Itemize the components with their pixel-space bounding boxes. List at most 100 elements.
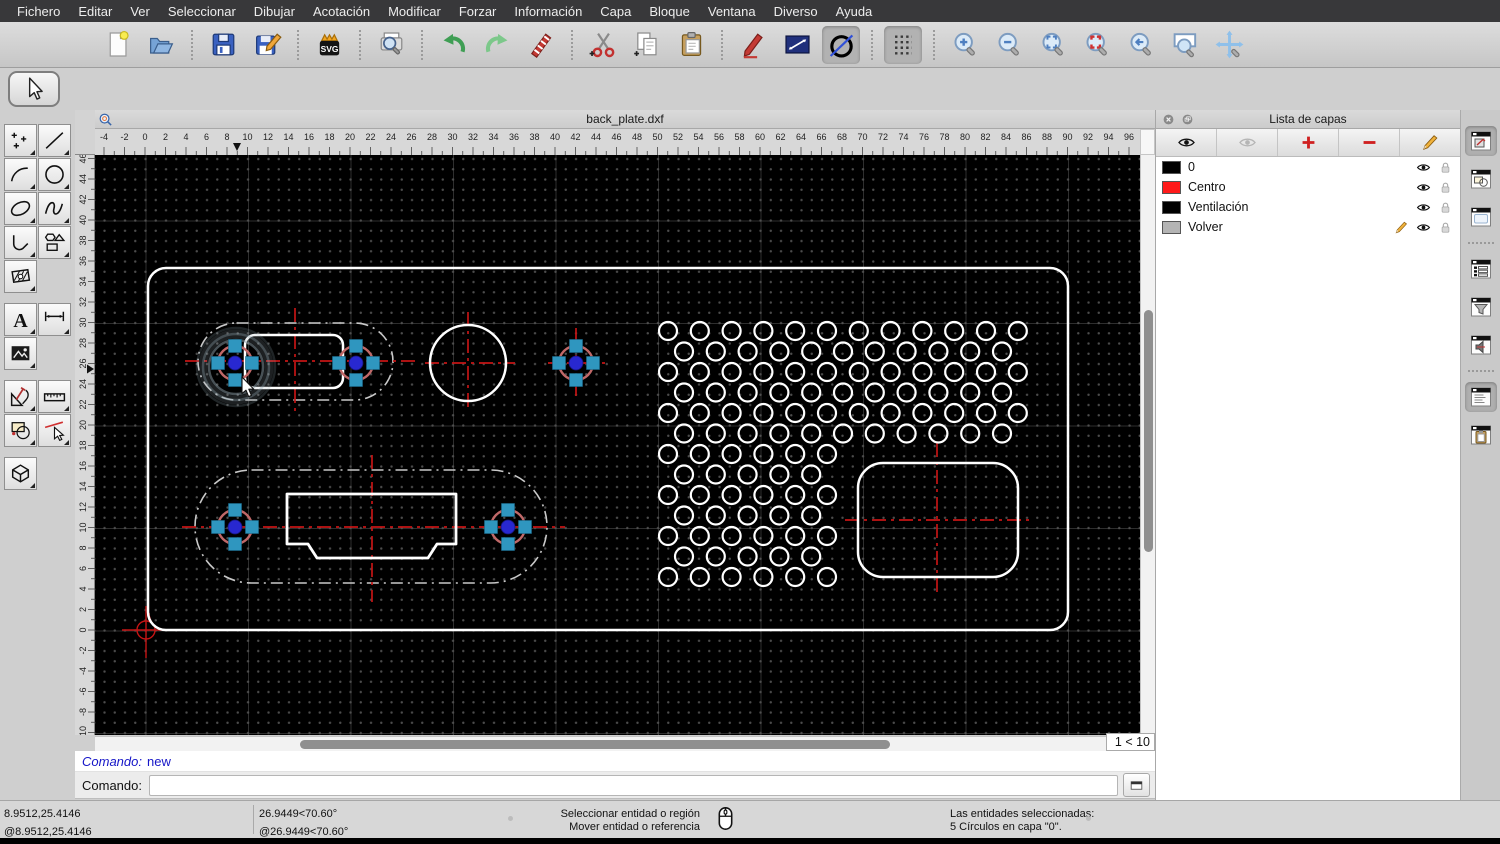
menu-seleccionar[interactable]: Seleccionar (159, 4, 245, 19)
dimension-tool-button[interactable] (38, 303, 71, 336)
menu-diverso[interactable]: Diverso (765, 4, 827, 19)
cut-button[interactable] (584, 26, 622, 64)
selection-handle[interactable] (349, 373, 363, 387)
solid-3d-tool-button[interactable] (4, 457, 37, 490)
selection-handle[interactable] (211, 520, 225, 534)
menu-ventana[interactable]: Ventana (699, 4, 765, 19)
deselect-tool-button[interactable] (38, 414, 71, 447)
selection-handle[interactable] (569, 373, 583, 387)
undo-button[interactable] (434, 26, 472, 64)
layer-lock-icon[interactable] (1438, 200, 1453, 215)
menu-fichero[interactable]: Fichero (8, 4, 69, 19)
dock-command-line-button[interactable] (1464, 382, 1497, 412)
selection-handle[interactable] (228, 339, 242, 353)
circle-tool-button[interactable] (38, 158, 71, 191)
layer-visibility-icon[interactable] (1416, 200, 1431, 215)
keyboard-toggle-button[interactable] (1123, 773, 1150, 797)
selection-handle[interactable] (484, 520, 498, 534)
selection-handle[interactable] (569, 339, 583, 353)
save-button[interactable] (204, 26, 242, 64)
open-folder-button[interactable] (142, 26, 180, 64)
show-all-layers-button[interactable] (1156, 129, 1217, 156)
ellipse-tool-button[interactable] (4, 192, 37, 225)
layer-row-volver[interactable]: Volver (1156, 217, 1460, 237)
layer-lock-icon[interactable] (1438, 180, 1453, 195)
pen-attributes-button[interactable] (734, 26, 772, 64)
selection-handle[interactable] (228, 373, 242, 387)
dock-pen-palette-button[interactable] (1464, 126, 1497, 156)
copy-button[interactable] (628, 26, 666, 64)
menu-informacion[interactable]: Información (505, 4, 591, 19)
dock-library-button[interactable] (1465, 202, 1497, 232)
selection-handle[interactable] (501, 503, 515, 517)
save-as-button[interactable] (248, 26, 286, 64)
arc-tool-button[interactable] (4, 158, 37, 191)
selection-handle[interactable] (332, 356, 346, 370)
menu-acotacion[interactable]: Acotación (304, 4, 379, 19)
menu-forzar[interactable]: Forzar (450, 4, 506, 19)
dock-command-options-button[interactable] (1465, 254, 1497, 284)
points-tool-button[interactable] (4, 124, 37, 157)
add-layer-button[interactable] (1278, 129, 1339, 156)
zoom-pan-button[interactable] (1210, 26, 1248, 64)
layer-lock-icon[interactable] (1438, 160, 1453, 175)
draft-mode-button[interactable] (822, 25, 860, 64)
polygon-tool-button[interactable] (38, 226, 71, 259)
selection-handle[interactable] (228, 503, 242, 517)
delete-eraser-button[interactable] (522, 26, 560, 64)
selection-handle[interactable] (501, 537, 515, 551)
horizontal-scrollbar-thumb[interactable] (300, 740, 890, 749)
selection-handle[interactable] (228, 537, 242, 551)
line-tool-button[interactable] (38, 124, 71, 157)
zoom-auto-button[interactable] (1034, 26, 1072, 64)
menu-editar[interactable]: Editar (69, 4, 121, 19)
zoom-out-button[interactable] (990, 26, 1028, 64)
vertical-scrollbar-thumb[interactable] (1144, 310, 1153, 552)
menu-dibujar[interactable]: Dibujar (245, 4, 304, 19)
dock-blocks-button[interactable] (1465, 164, 1497, 194)
dock-announce-button[interactable] (1465, 330, 1497, 360)
selection-handle[interactable] (245, 520, 259, 534)
layer-lock-icon[interactable] (1438, 220, 1453, 235)
block-tool-button[interactable] (4, 414, 37, 447)
float-panel-icon[interactable] (1181, 113, 1194, 126)
selection-handle[interactable] (211, 356, 225, 370)
selection-handle[interactable] (245, 356, 259, 370)
selection-handle[interactable] (518, 520, 532, 534)
selection-handle[interactable] (552, 356, 566, 370)
hide-all-layers-button[interactable] (1217, 129, 1278, 156)
zoom-in-button[interactable] (946, 26, 984, 64)
layer-visibility-icon[interactable] (1416, 160, 1431, 175)
layer-row-0[interactable]: 0 (1156, 157, 1460, 177)
remove-layer-button[interactable] (1339, 129, 1400, 156)
measure-tool-button[interactable] (38, 380, 71, 413)
svg-export-button[interactable]: SVG (310, 26, 348, 64)
menu-modificar[interactable]: Modificar (379, 4, 450, 19)
select-tool-button[interactable] (8, 71, 60, 107)
selection-handle[interactable] (349, 339, 363, 353)
edit-layer-button[interactable] (1400, 129, 1460, 156)
zoom-selected-button[interactable] (1078, 26, 1116, 64)
layer-row-ventilacion[interactable]: Ventilación (1156, 197, 1460, 217)
menu-ver[interactable]: Ver (121, 4, 159, 19)
horizontal-scrollbar[interactable] (95, 736, 1155, 751)
close-panel-icon[interactable] (1162, 113, 1175, 126)
selection-handle[interactable] (586, 356, 600, 370)
spline-tool-button[interactable] (38, 192, 71, 225)
paste-button[interactable] (672, 26, 710, 64)
text-tool-button[interactable]: A (4, 303, 37, 336)
layer-visibility-icon[interactable] (1416, 180, 1431, 195)
new-document-button[interactable] (98, 26, 136, 64)
print-preview-button[interactable] (372, 26, 410, 64)
menu-bloque[interactable]: Bloque (640, 4, 698, 19)
zoom-window-button[interactable] (1166, 26, 1204, 64)
selection-handle[interactable] (366, 356, 380, 370)
menu-ayuda[interactable]: Ayuda (827, 4, 882, 19)
vertical-scrollbar[interactable] (1140, 155, 1155, 735)
drawing-canvas[interactable] (95, 155, 1140, 735)
polyline-tool-button[interactable] (4, 226, 37, 259)
hatch-tool-button[interactable] (4, 260, 37, 293)
line-arrow-button[interactable] (778, 26, 816, 64)
dock-filter-button[interactable] (1465, 292, 1497, 322)
grid-toggle-button[interactable] (884, 25, 922, 64)
